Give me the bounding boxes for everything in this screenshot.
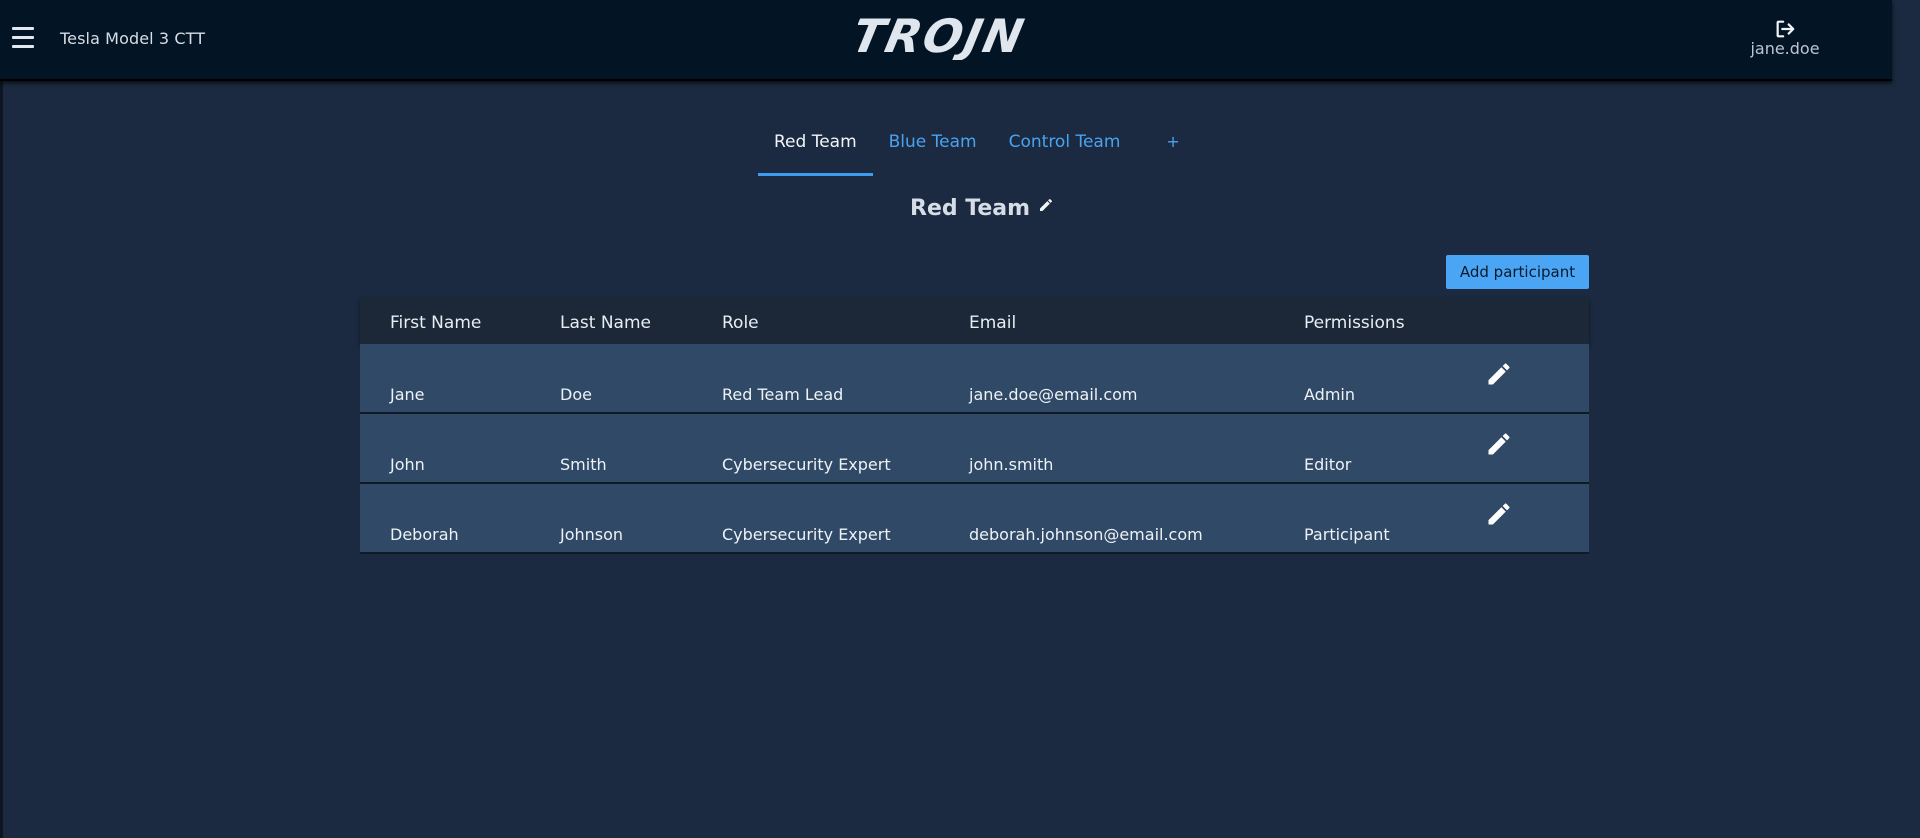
logout-icon[interactable]	[1774, 18, 1796, 40]
pencil-icon[interactable]	[1038, 197, 1054, 213]
edit-participant-pencil-icon[interactable]	[1485, 500, 1513, 528]
table-row: Jane Doe Red Team Lead jane.doe@email.co…	[360, 344, 1589, 414]
app-header: Tesla Model 3 CTT TROJN jane.doe	[0, 0, 1892, 81]
email-cell: john.smith	[969, 455, 1054, 474]
tab-blue-team[interactable]: Blue Team	[873, 122, 993, 176]
add-team-tab[interactable]: +	[1136, 122, 1195, 176]
participants-table: First Name Last Name Role Email Permissi…	[360, 299, 1589, 554]
page-margin	[1890, 0, 1920, 838]
role-cell: Red Team Lead	[722, 385, 844, 404]
role-cell: Cybersecurity Expert	[722, 525, 891, 544]
last-name-cell: Johnson	[560, 525, 624, 544]
tab-control-team[interactable]: Control Team	[993, 122, 1137, 176]
table-row: Deborah Johnson Cybersecurity Expert deb…	[360, 484, 1589, 554]
edit-participant-pencil-icon[interactable]	[1485, 430, 1513, 458]
first-name-cell: Deborah	[390, 525, 459, 544]
column-header-role: Role	[722, 313, 759, 333]
tab-red-team[interactable]: Red Team	[758, 122, 873, 176]
first-name-cell: Jane	[390, 385, 425, 404]
table-header: First Name Last Name Role Email Permissi…	[360, 299, 1589, 344]
add-participant-button[interactable]: Add participant	[1446, 255, 1589, 289]
user-menu[interactable]: jane.doe	[1745, 18, 1825, 62]
permissions-cell: Editor	[1304, 455, 1352, 474]
email-cell: jane.doe@email.com	[969, 385, 1138, 404]
team-heading: Red Team	[910, 196, 1054, 221]
trojn-logo: TROJN	[858, 12, 1030, 60]
permissions-cell: Participant	[1304, 525, 1390, 544]
edit-participant-pencil-icon[interactable]	[1485, 360, 1513, 388]
email-cell: deborah.johnson@email.com	[969, 525, 1203, 544]
last-name-cell: Doe	[560, 385, 592, 404]
team-title: Red Team	[910, 196, 1031, 221]
column-header-email: Email	[969, 313, 1017, 333]
column-header-first-name: First Name	[390, 313, 482, 333]
first-name-cell: John	[390, 455, 425, 474]
logo-text: TROJN	[858, 12, 1030, 60]
hamburger-menu-icon[interactable]	[12, 27, 34, 51]
project-title: Tesla Model 3 CTT	[60, 29, 206, 48]
username: jane.doe	[1750, 39, 1820, 58]
column-header-permissions: Permissions	[1304, 313, 1405, 333]
last-name-cell: Smith	[560, 455, 607, 474]
team-tabs: Red Team Blue Team Control Team +	[758, 122, 1196, 176]
role-cell: Cybersecurity Expert	[722, 455, 891, 474]
table-row: John Smith Cybersecurity Expert john.smi…	[360, 414, 1589, 484]
permissions-cell: Admin	[1304, 385, 1355, 404]
column-header-last-name: Last Name	[560, 313, 651, 333]
